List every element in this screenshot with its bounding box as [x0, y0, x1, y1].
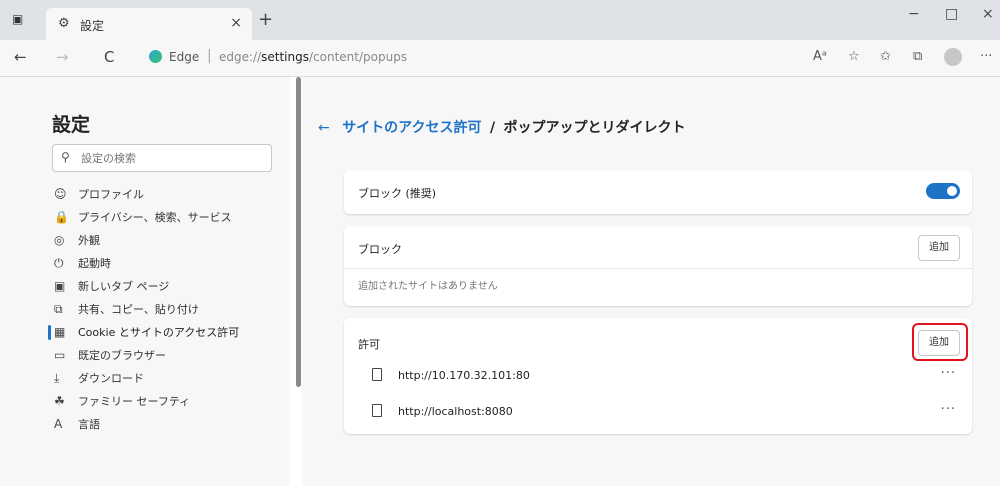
sidebar-item[interactable]: ▣ 新しいタブ ページ: [52, 275, 282, 298]
refresh-button[interactable]: C: [104, 48, 114, 66]
site-url: http://localhost:8080: [398, 405, 513, 418]
divider: [344, 268, 972, 269]
active-indicator: [48, 325, 51, 340]
sidebar-item-label: プライバシー、検索、サービス: [78, 211, 232, 224]
edge-logo-icon: [149, 50, 162, 63]
minimize-button[interactable]: −: [908, 6, 920, 22]
page-icon: [372, 404, 382, 417]
sidebar-item[interactable]: ⧉ 共有、コピー、貼り付け: [52, 298, 282, 321]
family-icon: ☘: [54, 394, 65, 408]
sidebar-item[interactable]: ⤓ ダウンロード: [52, 367, 282, 390]
forward-button[interactable]: →: [56, 48, 69, 66]
sidebar-item-label: プロファイル: [78, 188, 144, 201]
more-menu-button[interactable]: ···: [980, 49, 992, 64]
tab-title: 設定: [80, 19, 105, 33]
read-aloud-icon[interactable]: Aᵃ: [813, 49, 827, 64]
page-icon: [372, 368, 382, 381]
title-bar: ▣ ⚙ 設定 × + − □ ×: [0, 0, 1000, 40]
sidebar-title: 設定: [52, 114, 91, 136]
sidebar-item-label: Cookie とサイトのアクセス許可: [78, 326, 240, 339]
block-recommended-label: ブロック (推奨): [358, 187, 437, 200]
sidebar-item-label: ファミリー セーフティ: [78, 395, 191, 408]
toggle-knob: [947, 186, 957, 196]
download-icon: ⤓: [54, 371, 60, 385]
allow-list-card: 許可 追加 http://10.170.32.101:80 ··· http:/…: [344, 318, 972, 434]
search-icon: ⚲: [61, 150, 70, 164]
allow-add-button[interactable]: 追加: [918, 330, 960, 356]
back-arrow-icon[interactable]: ←: [318, 120, 330, 136]
sidebar-item[interactable]: ◎ 外観: [52, 229, 282, 252]
address-bar[interactable]: Edge | edge://settings/content/popups: [145, 46, 805, 70]
language-icon: A: [54, 417, 63, 431]
block-add-button[interactable]: 追加: [918, 235, 960, 261]
collections-icon[interactable]: ⧉: [913, 49, 922, 64]
browser-icon: ▭: [54, 348, 66, 362]
sidebar-item[interactable]: 🔒 プライバシー、検索、サービス: [52, 206, 282, 229]
breadcrumb: ← サイトのアクセス許可 / ポップアップとリダイレクト: [318, 117, 686, 137]
sidebar-item[interactable]: ☘ ファミリー セーフティ: [52, 390, 282, 413]
sidebar-scrollbar[interactable]: [296, 77, 301, 387]
share-icon: ⧉: [54, 302, 63, 316]
sidebar-item-label: 共有、コピー、貼り付け: [78, 303, 199, 316]
settings-sidebar: 設定 ⚲ ☺ プロファイル 🔒 プライバシー、検索、サービス ◎ 外観 ⏻ 起動時 ▣ 新しいタブ…: [0, 77, 290, 486]
sidebar-item-label: 新しいタブ ページ: [78, 280, 170, 293]
block-recommended-card: ブロック (推奨): [344, 170, 972, 214]
page-title: ポップアップとリダイレクト: [503, 120, 686, 136]
sidebar-item[interactable]: ⏻ 起動時: [52, 252, 282, 275]
sidebar-item-label: 言語: [78, 418, 100, 431]
address-separator: |: [207, 48, 212, 64]
back-button[interactable]: ←: [14, 48, 27, 66]
sidebar-item-label: ダウンロード: [78, 372, 144, 385]
gear-icon: ⚙: [58, 16, 70, 31]
site-more-button[interactable]: ···: [941, 402, 956, 417]
breadcrumb-separator: /: [489, 120, 496, 136]
sidebar-item-label: 外観: [78, 234, 100, 247]
new-tab-button[interactable]: +: [258, 9, 273, 30]
favorites-list-icon[interactable]: ✩: [880, 49, 891, 64]
block-label: ブロック: [358, 243, 402, 256]
site-url: http://10.170.32.101:80: [398, 369, 530, 382]
sidebar-item[interactable]: A 言語: [52, 413, 282, 436]
site-more-button[interactable]: ···: [941, 366, 956, 381]
maximize-button[interactable]: □: [945, 6, 958, 22]
tab-close-icon[interactable]: ×: [230, 15, 242, 31]
list-item: http://localhost:8080 ···: [344, 396, 972, 430]
settings-search[interactable]: ⚲: [52, 144, 272, 172]
sidebar-item-label: 起動時: [78, 257, 111, 270]
address-url[interactable]: edge://settings/content/popups: [219, 50, 407, 64]
tab-settings[interactable]: ⚙ 設定 ×: [46, 8, 252, 40]
power-icon: ⏻: [54, 256, 64, 270]
block-empty-message: 追加されたサイトはありません: [358, 281, 498, 292]
sidebar-nav: ☺ プロファイル 🔒 プライバシー、検索、サービス ◎ 外観 ⏻ 起動時 ▣ 新しいタブ ページ ⧉…: [48, 183, 282, 436]
block-list-card: ブロック 追加 追加されたサイトはありません: [344, 226, 972, 306]
avatar[interactable]: [944, 48, 962, 66]
lock-icon: 🔒: [54, 210, 69, 224]
sidebar-item[interactable]: ☺ プロファイル: [52, 183, 282, 206]
new-tab-icon: ▣: [54, 279, 66, 293]
address-brand: Edge: [169, 50, 200, 64]
sidebar-item[interactable]: ▦ Cookie とサイトのアクセス許可: [48, 321, 282, 344]
cookie-icon: ▦: [54, 325, 66, 339]
search-input[interactable]: [79, 148, 263, 168]
block-toggle[interactable]: [926, 183, 960, 199]
close-window-button[interactable]: ×: [982, 6, 994, 22]
settings-main: ← サイトのアクセス許可 / ポップアップとリダイレクト ブロック (推奨) ブ…: [302, 77, 1000, 486]
sidebar-item[interactable]: ▭ 既定のブラウザー: [52, 344, 282, 367]
profile-icon: ☺: [54, 187, 67, 201]
list-item: http://10.170.32.101:80 ···: [344, 360, 972, 394]
appearance-icon: ◎: [54, 233, 65, 247]
favorites-star-icon[interactable]: ☆: [848, 49, 860, 64]
browser-toolbar: ← → C Edge | edge://settings/content/pop…: [0, 40, 1000, 77]
allow-label: 許可: [358, 338, 380, 351]
sidebar-item-label: 既定のブラウザー: [78, 349, 166, 362]
breadcrumb-link[interactable]: サイトのアクセス許可: [342, 120, 481, 136]
workspace-icon[interactable]: ▣: [12, 12, 23, 26]
